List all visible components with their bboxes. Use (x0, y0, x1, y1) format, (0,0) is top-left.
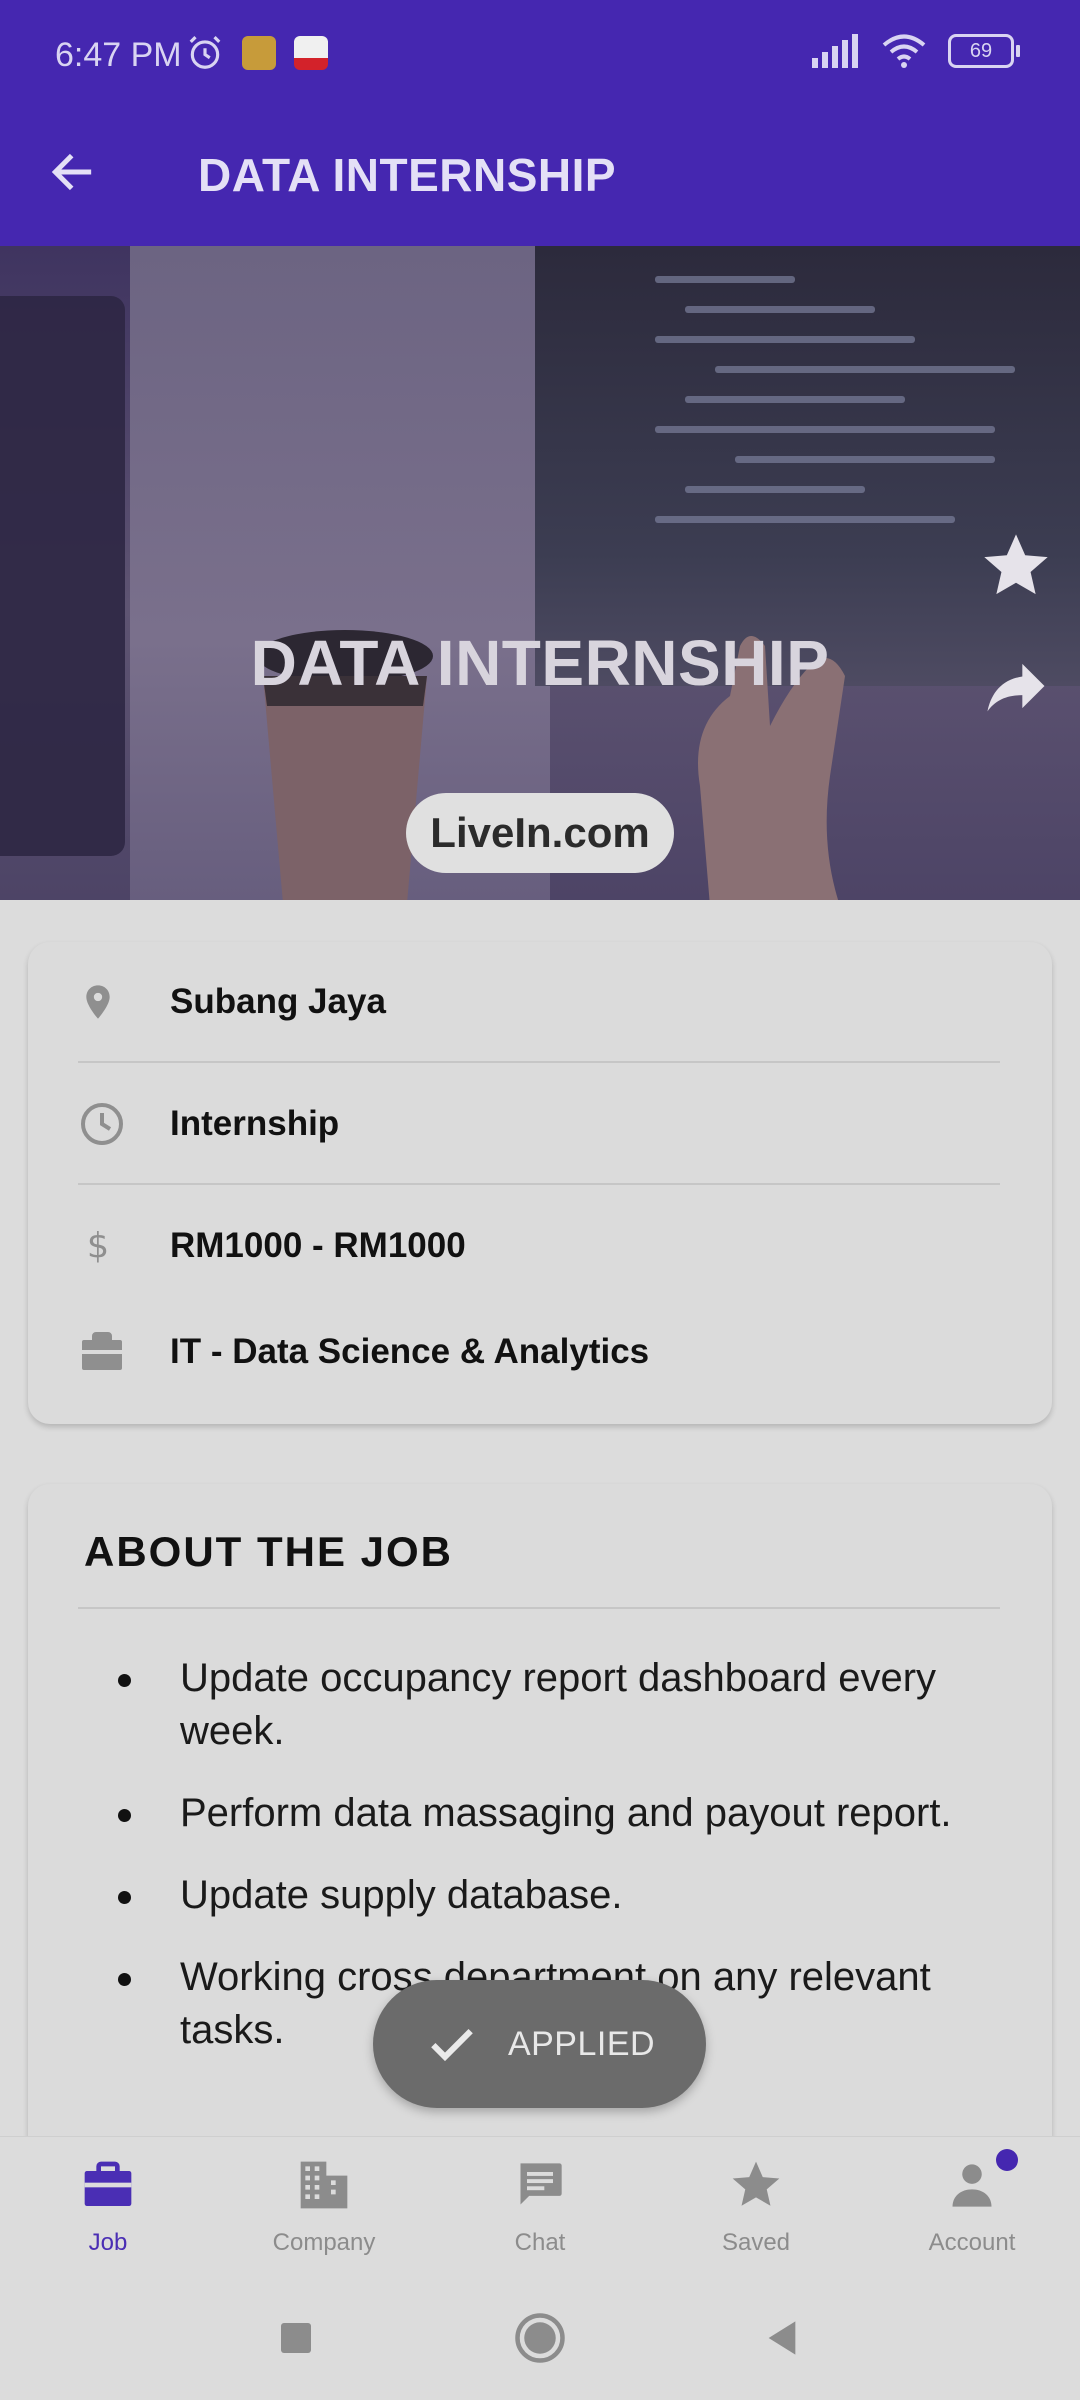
nav-item-chat[interactable]: Chat (432, 2137, 648, 2269)
recents-button[interactable] (266, 2308, 326, 2368)
status-time: 6:47 PM (55, 36, 182, 74)
nav-label: Saved (721, 2229, 791, 2256)
triangle-back-icon (768, 2321, 796, 2355)
list-item: Perform data massaging and payout report… (98, 1787, 1038, 1840)
bottom-navigation: Job Company Chat Saved Account (0, 2136, 1080, 2269)
nav-item-saved[interactable]: Saved (648, 2137, 864, 2269)
location-pin-icon (86, 985, 110, 1019)
chat-icon (520, 2163, 562, 2205)
clock-icon (81, 1103, 123, 1145)
news-app-icon (294, 36, 328, 70)
person-icon (952, 2164, 992, 2207)
status-bar: 6:47 PM 69 (0, 0, 1080, 112)
square-icon (281, 2323, 311, 2353)
briefcase-icon (84, 2161, 132, 2206)
back-button[interactable] (40, 140, 104, 204)
favorite-button[interactable] (978, 528, 1054, 604)
alarm-icon (189, 36, 221, 69)
battery-level: 69 (948, 34, 1014, 68)
app-bar: DATA INTERNSHIP (0, 112, 1080, 246)
category-row: IT - Data Science & Analytics (78, 1292, 1000, 1412)
back-nav-button[interactable] (752, 2308, 812, 2368)
job-type-row: Internship (78, 1064, 1000, 1184)
status-right-icons: 69 (812, 34, 1020, 68)
location-row: Subang Jaya (78, 942, 1000, 1062)
share-icon (987, 663, 1045, 712)
divider (78, 1607, 1000, 1609)
applied-label: APPLIED (507, 2024, 656, 2063)
signal-icon (812, 34, 858, 68)
system-navigation-bar (0, 2268, 1080, 2400)
check-icon (431, 2029, 473, 2062)
wifi-icon (882, 34, 926, 68)
salary-row: $ RM1000 - RM1000 (78, 1186, 1000, 1306)
battery-icon: 69 (948, 34, 1020, 68)
notification-badge (996, 2149, 1018, 2171)
home-button[interactable] (510, 2308, 570, 2368)
job-info-card: Subang Jaya Internship $ RM1000 - RM1000… (28, 942, 1052, 1424)
about-title: ABOUT THE JOB (84, 1528, 454, 1575)
job-salary: RM1000 - RM1000 (170, 1226, 466, 1265)
status-left-icons (186, 34, 328, 72)
divider (78, 1183, 1000, 1185)
applied-button[interactable]: APPLIED (373, 1980, 706, 2108)
building-icon (300, 2161, 348, 2209)
nav-label: Job (88, 2229, 128, 2256)
arrow-left-icon (51, 153, 92, 191)
job-category: IT - Data Science & Analytics (170, 1332, 650, 1371)
notification-app-icon (242, 36, 276, 70)
list-item: Update supply database. (98, 1869, 1038, 1922)
nav-label: Company (272, 2229, 376, 2256)
nav-item-company[interactable]: Company (216, 2137, 432, 2269)
nav-label: Chat (514, 2229, 566, 2256)
list-item: Update occupancy report dashboard every … (98, 1652, 1038, 1758)
nav-item-job[interactable]: Job (0, 2137, 216, 2269)
company-name-chip[interactable]: LiveIn.com (406, 793, 674, 873)
dollar-icon: $ (87, 1227, 109, 1267)
briefcase-icon (82, 1332, 122, 1370)
star-icon (732, 2161, 780, 2206)
divider (78, 1061, 1000, 1063)
svg-text:$: $ (87, 1227, 109, 1267)
job-location: Subang Jaya (170, 982, 386, 1021)
share-button[interactable] (978, 648, 1054, 724)
job-hero-banner: DATA INTERNSHIP LiveIn.com (0, 246, 1080, 900)
job-type: Internship (170, 1104, 340, 1143)
page-title: DATA INTERNSHIP (198, 149, 617, 201)
nav-label: Account (928, 2229, 1016, 2256)
star-icon (984, 534, 1048, 595)
hero-laptop-shape (0, 296, 125, 856)
hero-job-title: DATA INTERNSHIP (250, 627, 830, 699)
home-circle-icon (515, 2313, 565, 2363)
nav-item-account[interactable]: Account (864, 2137, 1080, 2269)
